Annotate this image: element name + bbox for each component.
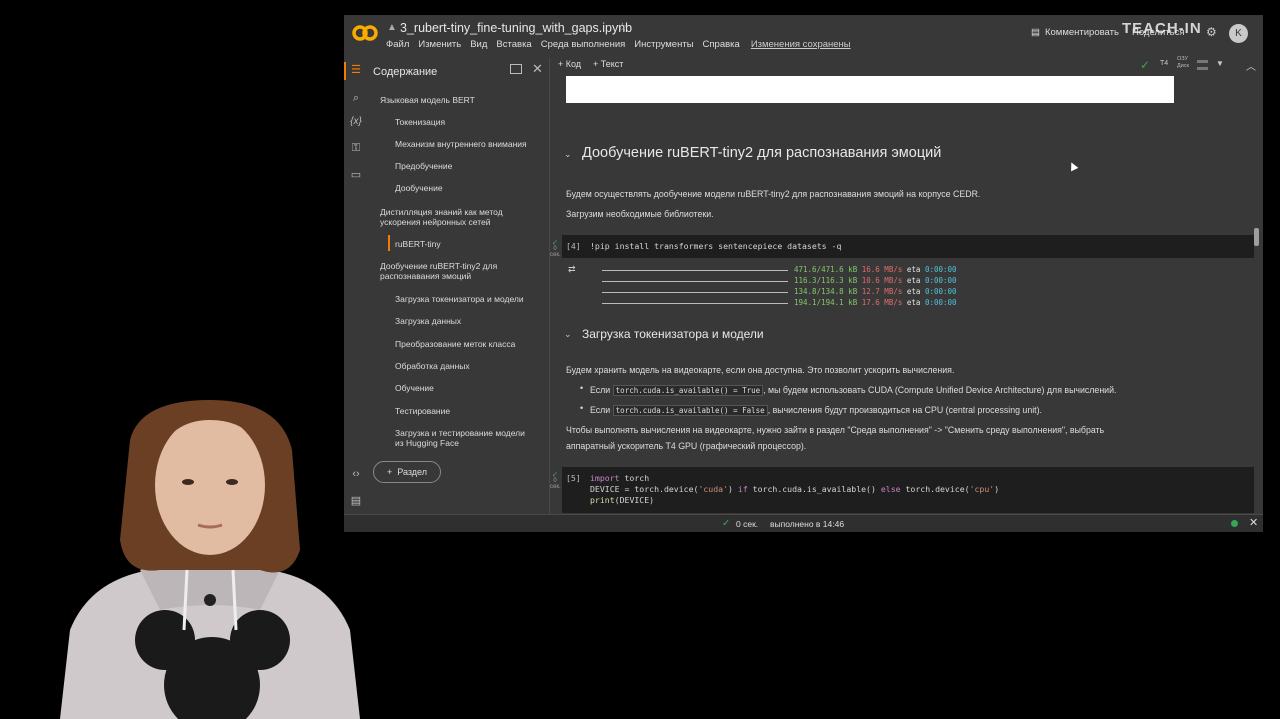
notebook-toolbar: + Код + Текст ✓ T4 ОЗУ Диск ▼ ︿ xyxy=(550,56,1263,76)
table-of-contents-panel: Содержание ✕ Языковая модель BERT Токени… xyxy=(368,58,550,522)
text-paragraph: Чтобы выполнять вычисления на видеокарте… xyxy=(566,425,1105,435)
status-bar: ✓ 0 сек. выполнено в 14:46 ✕ xyxy=(344,514,1263,532)
cell-code[interactable]: !pip install transformers sentencepiece … xyxy=(590,241,841,252)
pip-progress-line: 194.1/194.1 kB 17.6 MB/s eta 0:00:00 xyxy=(602,298,957,307)
toc-item[interactable]: Дообучение ruBERT-tiny2 для распознавани… xyxy=(380,261,510,281)
title-bar: ▲ 3_rubert-tiny_fine-tuning_with_gaps.ip… xyxy=(344,15,1263,56)
add-text-button[interactable]: + Текст xyxy=(593,59,623,69)
presenter-figure xyxy=(60,400,360,719)
star-icon[interactable]: ☆ xyxy=(617,20,628,34)
search-icon[interactable]: ⌕ xyxy=(349,92,363,105)
files-folder-icon[interactable]: ▭ xyxy=(349,168,363,181)
previous-output-image xyxy=(566,76,1174,103)
comment-icon: ▤ xyxy=(1031,27,1040,38)
bullet-text: Если torch.cuda.is_available() = False, … xyxy=(590,405,1042,416)
toc-item[interactable]: Предобучение xyxy=(395,161,452,171)
resource-monitor[interactable]: ОЗУ Диск xyxy=(1177,56,1189,70)
toc-item[interactable]: Токенизация xyxy=(395,117,445,127)
toc-item[interactable]: Загрузка токенизатора и модели xyxy=(395,294,524,304)
secrets-key-icon[interactable]: ⚿ xyxy=(349,142,363,155)
text-paragraph: Будем хранить модель на видеокарте, если… xyxy=(566,365,955,375)
notebook-content: ⌄ Дообучение ruBERT-tiny2 для распознава… xyxy=(550,76,1263,522)
plus-icon: + xyxy=(386,467,393,477)
code-cell[interactable]: [4] !pip install transformers sentencepi… xyxy=(562,235,1254,258)
menu-bar: Файл Изменить Вид Вставка Среда выполнен… xyxy=(386,39,851,50)
scrollbar[interactable] xyxy=(1254,228,1259,246)
notebook-title[interactable]: 3_rubert-tiny_fine-tuning_with_gaps.ipyn… xyxy=(400,21,632,35)
variables-icon[interactable]: {x} xyxy=(349,116,363,127)
menu-file[interactable]: Файл xyxy=(386,39,409,50)
table-of-contents-icon[interactable]: ☰ xyxy=(349,63,363,76)
cell-exec-status: ✓ 0 сек. xyxy=(550,238,561,259)
chevron-up-icon[interactable]: ︿ xyxy=(1246,58,1256,73)
menu-runtime[interactable]: Среда выполнения xyxy=(541,39,626,50)
collapse-chevron-icon[interactable]: ⌄ xyxy=(564,149,572,160)
text-paragraph: Загрузим необходимые библиотеки. xyxy=(566,209,714,219)
colab-logo-icon[interactable] xyxy=(352,24,378,42)
menu-edit[interactable]: Изменить xyxy=(418,39,461,50)
runtime-type: T4 xyxy=(1160,60,1169,67)
exec-time: 0 сек. xyxy=(736,519,759,529)
connected-check-icon: ✓ xyxy=(1140,58,1151,72)
toc-item[interactable]: Тестирование xyxy=(395,406,450,416)
toc-item[interactable]: Загрузка и тестирование модели из Huggin… xyxy=(395,428,535,448)
toc-title: Содержание xyxy=(373,66,438,78)
cell-code[interactable]: import torch DEVICE = torch.device('cuda… xyxy=(590,473,999,506)
toc-item[interactable]: Преобразование меток класса xyxy=(395,339,515,349)
collapse-chevron-icon[interactable]: ⌄ xyxy=(564,329,572,340)
bullet-text: Если torch.cuda.is_available() = True, м… xyxy=(590,385,1117,396)
toc-item[interactable]: Механизм внутреннего внимания xyxy=(395,139,527,149)
code-cell[interactable]: [5] import torch DEVICE = torch.device('… xyxy=(562,467,1254,513)
toc-item[interactable]: Дообучение xyxy=(395,183,443,193)
close-icon[interactable]: ✕ xyxy=(1249,516,1258,529)
output-toggle-icon[interactable]: ⇄ xyxy=(568,264,576,275)
toc-item[interactable]: Обработка данных xyxy=(395,361,470,371)
close-icon[interactable]: ✕ xyxy=(532,61,543,77)
menu-help[interactable]: Справка xyxy=(703,39,740,50)
exec-done[interactable]: выполнено в 14:46 xyxy=(770,519,844,529)
pip-progress-line: 116.3/116.3 kB 10.6 MB/s eta 0:00:00 xyxy=(602,276,957,285)
disk-label: Диск xyxy=(1177,63,1189,69)
pip-progress-line: 471.6/471.6 kB 16.6 MB/s eta 0:00:00 xyxy=(602,265,957,274)
menu-tools[interactable]: Инструменты xyxy=(634,39,693,50)
active-indicator xyxy=(344,62,346,80)
drive-icon: ▲ xyxy=(387,22,397,33)
bullet-icon: • xyxy=(580,403,584,413)
section-heading: Загрузка токенизатора и модели xyxy=(582,327,764,341)
toc-item[interactable]: Загрузка данных xyxy=(395,316,461,326)
cell-number: [5] xyxy=(566,473,581,483)
section-heading: Дообучение ruBERT-tiny2 для распознавани… xyxy=(582,145,942,161)
avatar[interactable]: K xyxy=(1229,24,1248,43)
mouse-cursor xyxy=(1067,160,1079,172)
bullet-icon: • xyxy=(580,383,584,393)
toc-item[interactable]: Обучение xyxy=(395,383,434,393)
text-paragraph: аппаратный ускоритель T4 GPU (графически… xyxy=(566,441,807,451)
cell-number: [4] xyxy=(566,241,581,251)
menu-insert[interactable]: Вставка xyxy=(496,39,531,50)
add-section-button[interactable]: + Раздел xyxy=(373,461,441,483)
pip-progress-line: 134.8/134.8 kB 12.7 MB/s eta 0:00:00 xyxy=(602,287,957,296)
toc-item[interactable]: Дистилляция знаний как метод ускорения н… xyxy=(380,207,525,227)
cell-exec-status: ✓ 0 сек. xyxy=(550,470,561,491)
toc-item-active[interactable]: ruBERT-tiny xyxy=(395,239,441,249)
add-code-button[interactable]: + Код xyxy=(558,59,581,69)
menu-view[interactable]: Вид xyxy=(470,39,487,50)
status-dot-icon xyxy=(1231,520,1238,527)
comment-button[interactable]: ▤ Комментировать xyxy=(1031,27,1119,38)
gear-icon[interactable]: ⚙ xyxy=(1206,25,1217,39)
ram-label: ОЗУ xyxy=(1177,56,1189,62)
saved-status[interactable]: Изменения сохранены xyxy=(751,39,851,50)
teach-in-watermark: TEACH-IN xyxy=(1122,20,1202,37)
colab-window: ▲ 3_rubert-tiny_fine-tuning_with_gaps.ip… xyxy=(344,15,1263,532)
toc-item[interactable]: Языковая модель BERT xyxy=(380,95,475,105)
text-paragraph: Будем осуществлять дообучение модели ruB… xyxy=(566,189,981,199)
toc-active-bar xyxy=(388,235,390,251)
ram-bar xyxy=(1197,60,1208,63)
check-icon: ✓ xyxy=(722,518,731,529)
video-frame: ▲ 3_rubert-tiny_fine-tuning_with_gaps.ip… xyxy=(0,0,1280,719)
open-in-tab-icon[interactable] xyxy=(510,64,522,74)
disk-bar xyxy=(1197,67,1208,70)
chevron-down-icon[interactable]: ▼ xyxy=(1216,59,1224,68)
